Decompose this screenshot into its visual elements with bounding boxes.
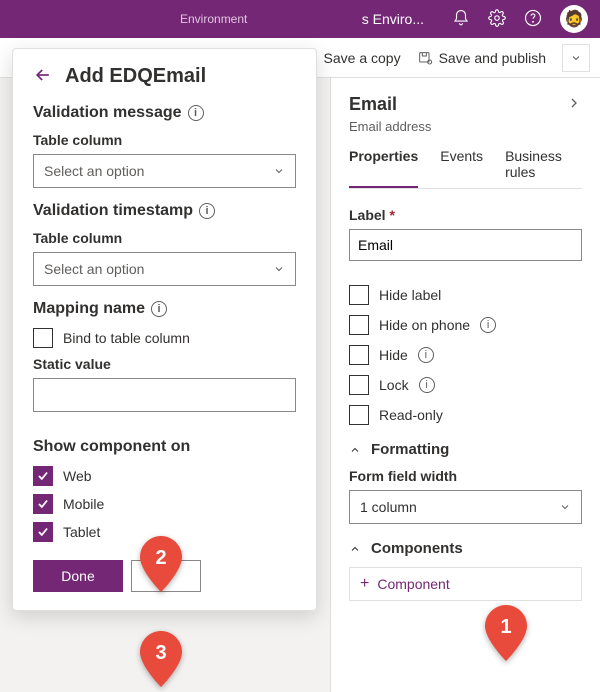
bind-to-table-checkbox[interactable]: Bind to table column	[33, 328, 296, 348]
callout-2: 2	[140, 536, 182, 592]
info-icon[interactable]: i	[419, 377, 435, 393]
add-component-panel: Add EDQEmail Validation message i Table …	[12, 48, 317, 611]
hide-label-checkbox[interactable]: Hide label	[349, 285, 582, 305]
app-header: Environment s Enviro... 🧔	[0, 0, 600, 38]
tab-business-rules[interactable]: Business rules	[505, 148, 582, 188]
select-placeholder: Select an option	[44, 261, 144, 277]
environment-label: Environment	[180, 12, 247, 26]
read-only-text: Read-only	[379, 407, 443, 423]
show-component-on-label: Show component on	[33, 438, 190, 456]
tab-events[interactable]: Events	[440, 148, 483, 188]
lock-text: Lock	[379, 377, 409, 393]
read-only-checkbox[interactable]: Read-only	[349, 405, 582, 425]
svg-text:3: 3	[155, 642, 166, 664]
platform-web-label: Web	[63, 468, 92, 484]
info-icon[interactable]: i	[199, 203, 215, 219]
formatting-label: Formatting	[371, 441, 449, 458]
hide-on-phone-checkbox[interactable]: Hide on phone i	[349, 315, 582, 335]
form-field-width-label: Form field width	[349, 468, 582, 484]
environment-name[interactable]: s Enviro...	[362, 11, 424, 27]
checkbox-icon	[349, 315, 369, 335]
validation-timestamp-label: Validation timestamp	[33, 202, 193, 220]
static-value-input[interactable]	[33, 378, 296, 412]
lock-checkbox[interactable]: Lock i	[349, 375, 582, 395]
hide-checkbox[interactable]: Hide i	[349, 345, 582, 365]
checkbox-icon	[349, 375, 369, 395]
validation-message-label: Validation message	[33, 104, 182, 122]
command-overflow[interactable]	[562, 44, 590, 72]
checkbox-icon	[33, 466, 53, 486]
validation-timestamp-select[interactable]: Select an option	[33, 252, 296, 286]
save-copy-label: Save a copy	[324, 50, 401, 66]
properties-pane: Email Email address Properties Events Bu…	[330, 78, 600, 692]
width-value: 1 column	[360, 499, 417, 515]
pane-tabs: Properties Events Business rules	[349, 148, 582, 189]
save-publish-button[interactable]: Save and publish	[417, 50, 546, 66]
checkbox-icon	[33, 522, 53, 542]
info-icon[interactable]: i	[188, 105, 204, 121]
hide-label-text: Hide label	[379, 287, 441, 303]
gear-icon[interactable]	[488, 9, 506, 30]
select-placeholder: Select an option	[44, 163, 144, 179]
platform-mobile-checkbox[interactable]: Mobile	[33, 494, 296, 514]
checkbox-icon	[349, 285, 369, 305]
hide-on-phone-text: Hide on phone	[379, 317, 470, 333]
mapping-name-label: Mapping name	[33, 300, 145, 318]
validation-message-select[interactable]: Select an option	[33, 154, 296, 188]
label-field-label: Label	[349, 207, 386, 223]
callout-1: 1	[485, 605, 527, 661]
tab-properties[interactable]: Properties	[349, 148, 418, 188]
platform-web-checkbox[interactable]: Web	[33, 466, 296, 486]
platform-tablet-label: Tablet	[63, 524, 100, 540]
svg-text:1: 1	[500, 616, 511, 638]
callout-3: 3	[140, 631, 182, 687]
svg-text:2: 2	[155, 547, 166, 569]
checkbox-icon	[33, 494, 53, 514]
static-value-label: Static value	[33, 356, 296, 372]
hide-text: Hide	[379, 347, 408, 363]
info-icon[interactable]: i	[480, 317, 496, 333]
platform-mobile-label: Mobile	[63, 496, 104, 512]
avatar[interactable]: 🧔	[560, 5, 588, 33]
table-column-label-2: Table column	[33, 230, 296, 246]
table-column-label-1: Table column	[33, 132, 296, 148]
pane-subtitle: Email address	[349, 119, 582, 134]
pane-title: Email	[349, 94, 397, 115]
back-arrow-icon[interactable]	[33, 65, 53, 88]
notification-icon[interactable]	[452, 9, 470, 30]
done-button[interactable]: Done	[33, 560, 123, 592]
formatting-accordion[interactable]: Formatting	[349, 441, 582, 458]
components-label: Components	[371, 540, 463, 557]
checkbox-icon	[33, 328, 53, 348]
help-icon[interactable]	[524, 9, 542, 30]
checkbox-icon	[349, 405, 369, 425]
info-icon[interactable]: i	[151, 301, 167, 317]
add-component-label: Component	[377, 576, 449, 592]
panel-title: Add EDQEmail	[65, 65, 206, 88]
plus-icon: +	[360, 575, 369, 593]
bind-to-table-label: Bind to table column	[63, 330, 190, 346]
info-icon[interactable]: i	[418, 347, 434, 363]
save-publish-label: Save and publish	[439, 50, 546, 66]
add-component-button[interactable]: + Component	[349, 567, 582, 601]
checkbox-icon	[349, 345, 369, 365]
label-input[interactable]	[349, 229, 582, 261]
components-accordion[interactable]: Components	[349, 540, 582, 557]
form-field-width-select[interactable]: 1 column	[349, 490, 582, 524]
chevron-right-icon[interactable]	[566, 95, 582, 114]
